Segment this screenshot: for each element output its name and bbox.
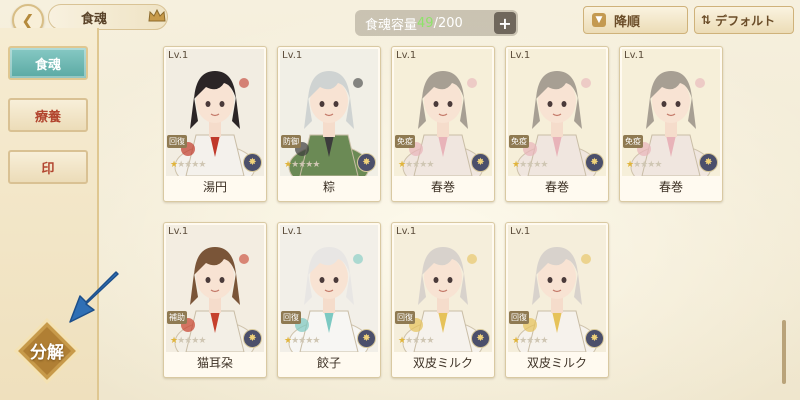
star-empty-icon: ★ [426, 160, 434, 170]
role-badge: 補助 [167, 311, 187, 324]
character-name: 春巻 [430, 180, 455, 194]
capacity-max: /200 [433, 15, 463, 31]
element-icon: ✸ [357, 153, 376, 172]
capacity-label: 食魂容量 [365, 17, 418, 33]
star-rating: ★★★★★ [284, 160, 320, 170]
tab-ryouyou[interactable]: 療養 [8, 98, 88, 132]
tab-shokukon[interactable]: 食魂 [8, 46, 88, 80]
sort-default-label: デフォルト [715, 13, 776, 28]
character-card[interactable]: Lv.1 回復 ★★★★★ ✸ 餃子 [277, 222, 381, 378]
role-badge: 回復 [509, 311, 529, 324]
star-rating: ★★★★★ [284, 336, 320, 346]
sort-default-button[interactable]: ⇅ デフォルト [694, 6, 794, 34]
star-rating: ★★★★★ [170, 336, 206, 346]
role-badge: 免疫 [395, 135, 415, 148]
character-grid: Lv.1 回復 ★★★★★ ✸ 湯円 Lv.1 防御 ★★★★★ ✸ 粽 Lv.… [163, 46, 783, 396]
role-badge: 免疫 [623, 135, 643, 148]
role-badge: 防御 [281, 135, 301, 148]
star-empty-icon: ★ [426, 336, 434, 346]
level-label: Lv.1 [396, 50, 417, 61]
sort-order-label: 降順 [614, 14, 641, 30]
tab-ryouyou-label: 療養 [34, 109, 61, 125]
decompose-label: 分解 [30, 343, 64, 363]
role-badge: 回復 [395, 311, 415, 324]
star-empty-icon: ★ [198, 160, 206, 170]
star-rating: ★★★★★ [512, 336, 548, 346]
character-name: 双皮ミルク [412, 356, 473, 370]
character-card[interactable]: Lv.1 免疫 ★★★★★ ✸ 春巻 [391, 46, 495, 202]
tab-shokukon-label: 食魂 [34, 57, 61, 73]
character-card[interactable]: Lv.1 回復 ★★★★★ ✸ 湯円 [163, 46, 267, 202]
role-badge: 回復 [167, 135, 187, 148]
capacity-add-button[interactable]: + [494, 12, 516, 34]
tab-in-label: 印 [41, 161, 55, 177]
star-rating: ★★★★★ [398, 336, 434, 346]
element-icon: ✸ [471, 329, 490, 348]
capacity-current: 49 [417, 15, 434, 31]
role-badge: 免疫 [509, 135, 529, 148]
back-arrow-icon: ❮ [21, 10, 35, 30]
element-icon: ✸ [243, 329, 262, 348]
page-title: 食魂 [81, 11, 108, 27]
sort-swap-icon: ⇅ [701, 13, 712, 27]
character-card[interactable]: Lv.1 補助 ★★★★★ ✸ 猫耳朶 [163, 222, 267, 378]
character-card[interactable]: Lv.1 免疫 ★★★★★ ✸ 春巻 [505, 46, 609, 202]
top-bar: ❮ 食魂 食魂容量 49 /200 + ▼ 降順 ⇅ デフォルト [0, 0, 800, 44]
level-label: Lv.1 [168, 226, 189, 237]
tab-in[interactable]: 印 [8, 150, 88, 184]
level-label: Lv.1 [396, 226, 417, 237]
character-name: 湯円 [202, 180, 227, 194]
element-icon: ✸ [585, 329, 604, 348]
star-rating: ★★★★★ [512, 160, 548, 170]
decompose-button[interactable]: 分解 [13, 317, 81, 385]
element-icon: ✸ [357, 329, 376, 348]
character-name: 春巻 [544, 180, 569, 194]
character-name: 春巻 [658, 180, 683, 194]
crown-icon [148, 9, 166, 22]
element-icon: ✸ [471, 153, 490, 172]
character-card[interactable]: Lv.1 回復 ★★★★★ ✸ 双皮ミルク [391, 222, 495, 378]
star-empty-icon: ★ [312, 160, 320, 170]
star-empty-icon: ★ [540, 336, 548, 346]
role-badge: 回復 [281, 311, 301, 324]
element-icon: ✸ [243, 153, 262, 172]
character-card[interactable]: Lv.1 免疫 ★★★★★ ✸ 春巻 [619, 46, 723, 202]
scrollbar[interactable] [782, 320, 786, 384]
element-icon: ✸ [585, 153, 604, 172]
level-label: Lv.1 [282, 226, 303, 237]
level-label: Lv.1 [282, 50, 303, 61]
character-name: 粽 [322, 180, 335, 194]
character-card[interactable]: Lv.1 回復 ★★★★★ ✸ 双皮ミルク [505, 222, 609, 378]
character-name: 猫耳朶 [196, 356, 233, 370]
star-rating: ★★★★★ [626, 160, 662, 170]
star-empty-icon: ★ [312, 336, 320, 346]
level-label: Lv.1 [510, 226, 531, 237]
star-empty-icon: ★ [540, 160, 548, 170]
star-empty-icon: ★ [198, 336, 206, 346]
character-name: 餃子 [316, 356, 341, 370]
sort-order-button[interactable]: ▼ 降順 [583, 6, 688, 34]
character-name: 双皮ミルク [526, 356, 587, 370]
star-empty-icon: ★ [654, 160, 662, 170]
level-label: Lv.1 [168, 50, 189, 61]
triangle-down-icon: ▼ [592, 13, 606, 27]
character-card[interactable]: Lv.1 防御 ★★★★★ ✸ 粽 [277, 46, 381, 202]
capacity-display: 食魂容量 49 /200 + [355, 10, 518, 36]
level-label: Lv.1 [624, 50, 645, 61]
star-rating: ★★★★★ [398, 160, 434, 170]
star-rating: ★★★★★ [170, 160, 206, 170]
level-label: Lv.1 [510, 50, 531, 61]
element-icon: ✸ [699, 153, 718, 172]
